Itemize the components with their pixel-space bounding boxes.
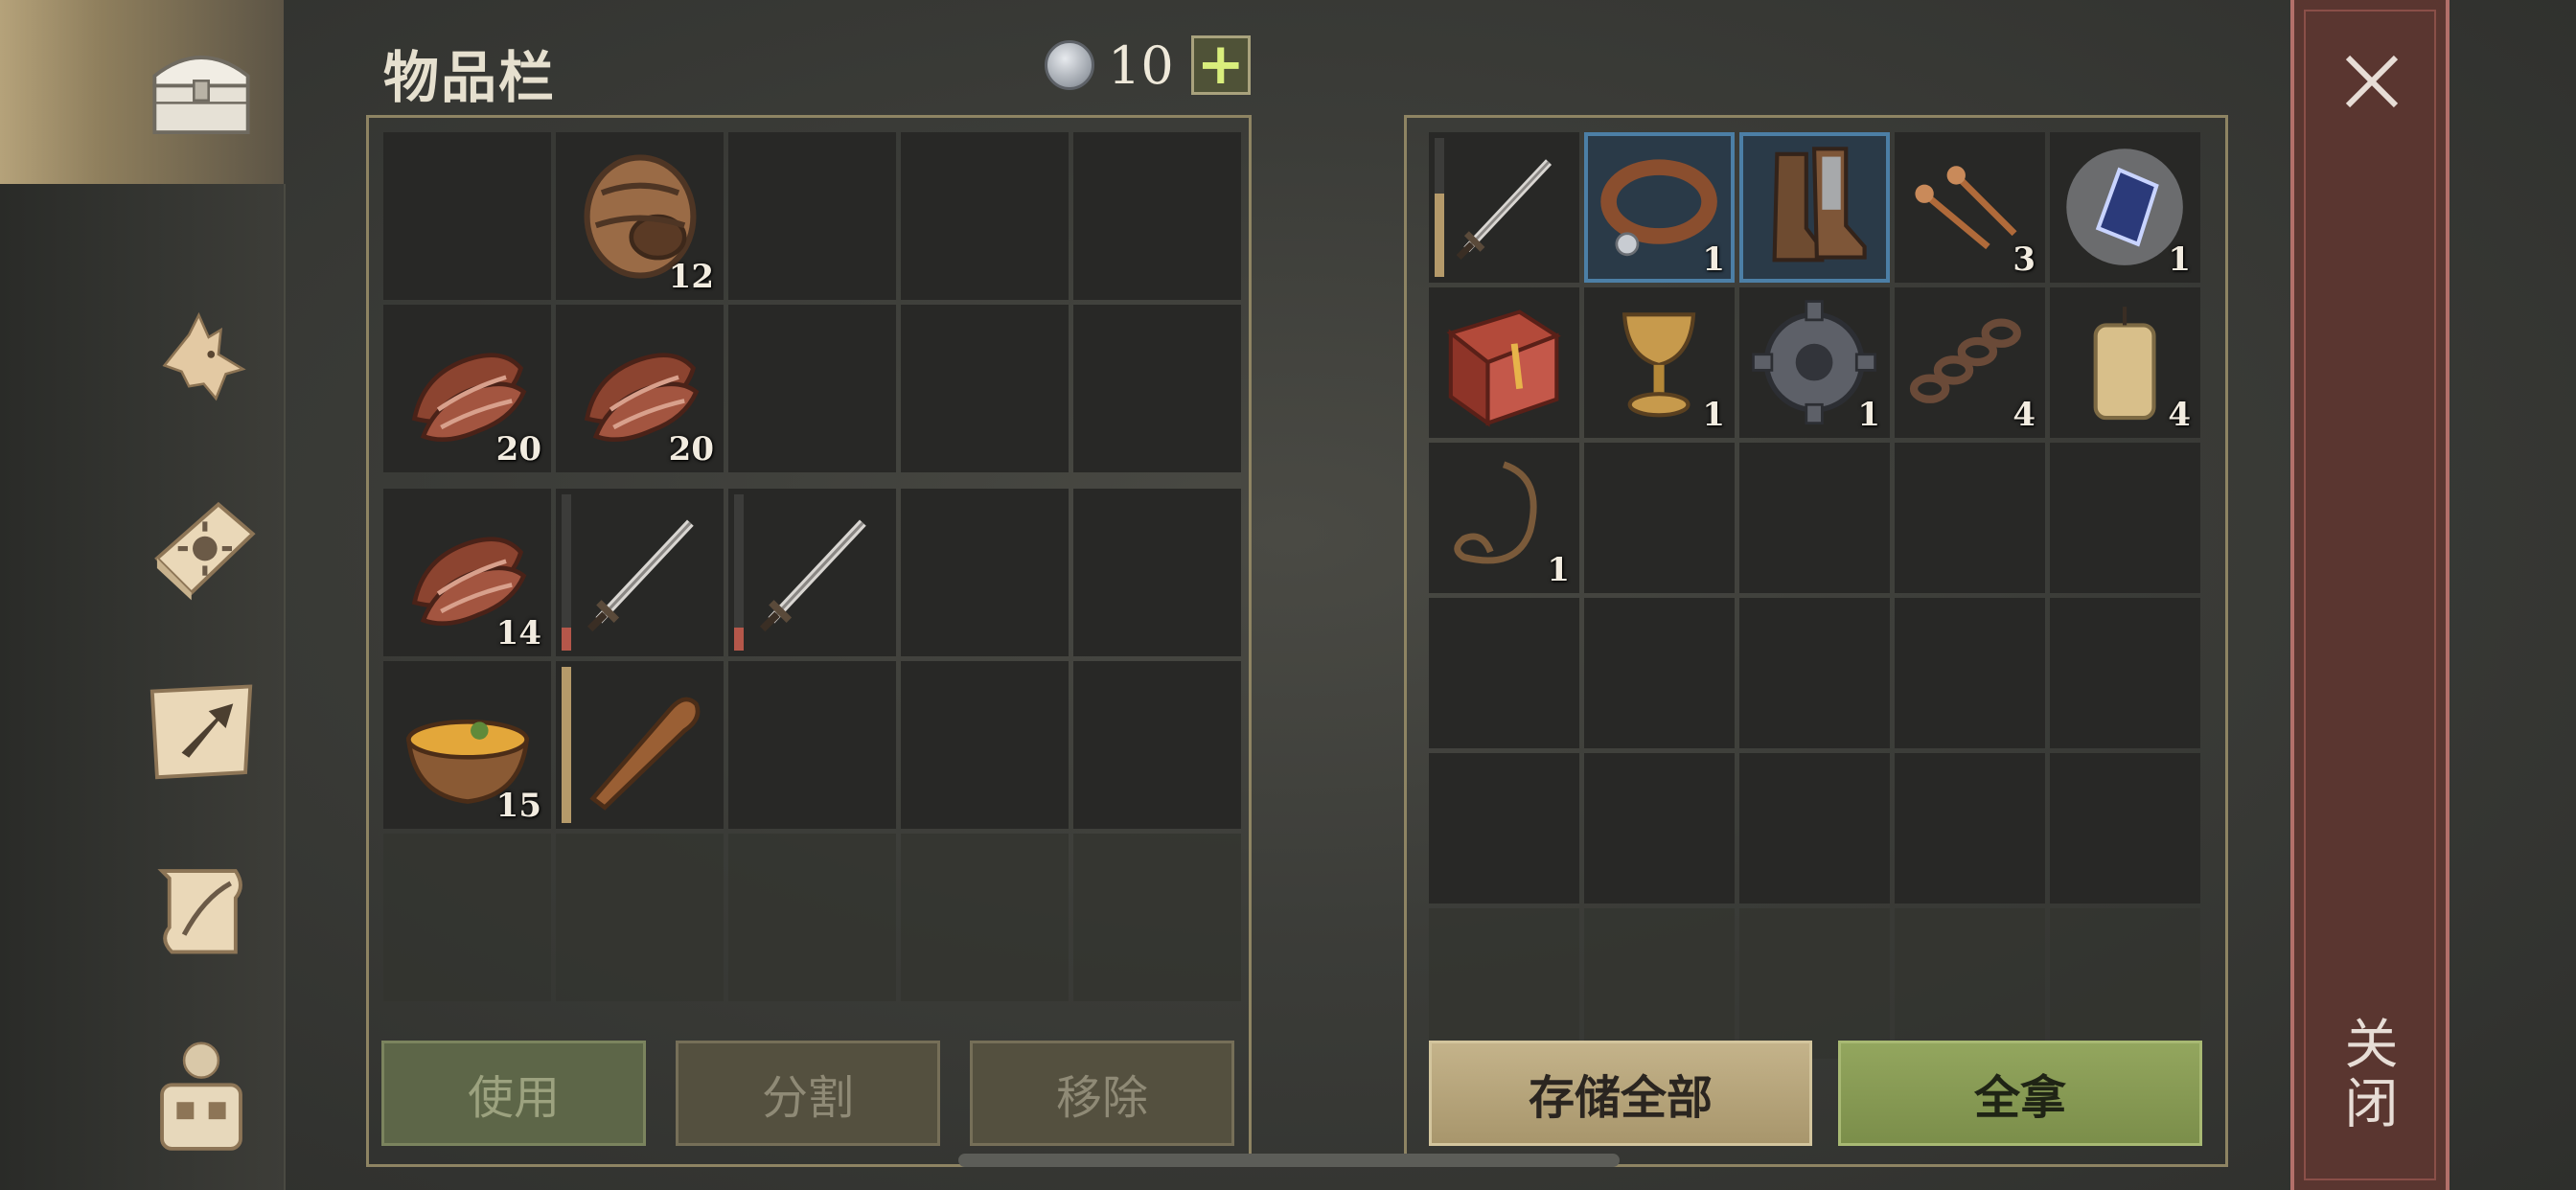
storage-slot[interactable] bbox=[1584, 598, 1735, 748]
inventory-slot[interactable] bbox=[728, 489, 896, 656]
add-currency-button[interactable]: + bbox=[1190, 35, 1251, 95]
inventory-slot[interactable]: 14 bbox=[383, 489, 551, 656]
book-icon bbox=[1446, 309, 1562, 428]
inventory-slot[interactable] bbox=[556, 661, 724, 829]
remove-button[interactable]: 移除 bbox=[970, 1041, 1234, 1146]
close-icon[interactable] bbox=[2338, 48, 2405, 115]
take-all-button[interactable]: 全拿 bbox=[1838, 1041, 2202, 1146]
item-count: 1 bbox=[2168, 240, 2191, 279]
storage-slot[interactable]: 4 bbox=[1895, 287, 2045, 438]
inventory-slot[interactable] bbox=[901, 305, 1069, 472]
storage-slot[interactable] bbox=[1429, 908, 1579, 1059]
inventory-slot[interactable] bbox=[556, 489, 724, 656]
wolf-icon[interactable] bbox=[134, 292, 268, 426]
inventory-title: 物品栏 bbox=[383, 45, 557, 110]
item-count: 12 bbox=[668, 258, 714, 296]
inventory-slot[interactable] bbox=[728, 834, 896, 1001]
item-count: 20 bbox=[668, 430, 714, 469]
inventory-slot[interactable] bbox=[1073, 834, 1241, 1001]
inventory-slot[interactable]: 12 bbox=[556, 132, 724, 300]
item-count: 1 bbox=[1857, 396, 1880, 434]
storage-slot[interactable] bbox=[2050, 753, 2200, 904]
item-count: 1 bbox=[1702, 240, 1725, 279]
item-count: 4 bbox=[2168, 396, 2191, 434]
inventory-slot[interactable]: 15 bbox=[383, 661, 551, 829]
storage-slot[interactable]: 3 bbox=[1895, 132, 2045, 283]
item-count: 14 bbox=[495, 614, 541, 652]
item-count: 4 bbox=[2012, 396, 2036, 434]
inventory-slot[interactable] bbox=[383, 834, 551, 1001]
item-count: 15 bbox=[495, 787, 541, 825]
storage-slot[interactable]: 1 bbox=[2050, 132, 2200, 283]
sword-icon bbox=[586, 518, 694, 631]
currency-display: 10 + bbox=[1045, 34, 1251, 96]
inventory-slot[interactable]: 20 bbox=[556, 305, 724, 472]
storage-slot[interactable] bbox=[2050, 598, 2200, 748]
storage-slot[interactable] bbox=[1429, 287, 1579, 438]
map-arrow-icon[interactable] bbox=[134, 661, 268, 795]
silver-coin-icon bbox=[1045, 40, 1094, 90]
inventory-slot[interactable] bbox=[728, 132, 896, 300]
inventory-slot[interactable] bbox=[901, 489, 1069, 656]
storage-slot[interactable] bbox=[1429, 753, 1579, 904]
storage-slot[interactable]: 1 bbox=[1584, 132, 1735, 283]
item-count: 20 bbox=[495, 430, 541, 469]
storage-slot[interactable] bbox=[1584, 753, 1735, 904]
item-count: 1 bbox=[1702, 396, 1725, 434]
inventory-slot[interactable] bbox=[728, 661, 896, 829]
storage-slot[interactable]: 4 bbox=[2050, 287, 2200, 438]
inventory-slot[interactable] bbox=[1073, 305, 1241, 472]
inventory-slot[interactable] bbox=[556, 834, 724, 1001]
storage-slot[interactable] bbox=[1739, 598, 1890, 748]
inventory-slot[interactable]: 20 bbox=[383, 305, 551, 472]
home-indicator bbox=[958, 1154, 1620, 1167]
storage-slot[interactable] bbox=[1895, 443, 2045, 593]
inventory-slot[interactable] bbox=[1073, 489, 1241, 656]
storage-slot[interactable] bbox=[1895, 753, 2045, 904]
split-button[interactable]: 分割 bbox=[676, 1041, 940, 1146]
storage-slot[interactable] bbox=[1584, 443, 1735, 593]
store-all-button[interactable]: 存储全部 bbox=[1429, 1041, 1812, 1146]
scroll-quill-icon[interactable] bbox=[134, 843, 268, 977]
storage-slot[interactable] bbox=[1895, 598, 2045, 748]
storage-slot[interactable] bbox=[2050, 908, 2200, 1059]
storage-slot[interactable]: 1 bbox=[1584, 287, 1735, 438]
storage-slot[interactable] bbox=[1584, 908, 1735, 1059]
inventory-slot[interactable] bbox=[1073, 661, 1241, 829]
sword-icon bbox=[759, 518, 866, 631]
club-icon bbox=[588, 697, 700, 811]
storage-slot[interactable] bbox=[1739, 443, 1890, 593]
storage-slot[interactable] bbox=[1739, 753, 1890, 904]
storage-slot[interactable] bbox=[1429, 598, 1579, 748]
use-button[interactable]: 使用 bbox=[381, 1041, 646, 1146]
backpack-character-icon[interactable] bbox=[134, 1025, 268, 1159]
storage-slot[interactable] bbox=[1739, 908, 1890, 1059]
inventory-grid: 12 20 20 14 15 bbox=[383, 132, 1241, 1001]
inventory-slot[interactable] bbox=[383, 132, 551, 300]
sword-icon bbox=[1457, 159, 1552, 261]
sidebar bbox=[0, 0, 286, 1190]
storage-slot[interactable] bbox=[2050, 443, 2200, 593]
storage-slot[interactable]: 1 bbox=[1739, 287, 1890, 438]
storage-slot[interactable] bbox=[1429, 132, 1579, 283]
storage-slot[interactable]: 1 bbox=[1429, 443, 1579, 593]
inventory-slot[interactable] bbox=[901, 661, 1069, 829]
sun-book-icon[interactable] bbox=[134, 479, 268, 613]
close-panel[interactable] bbox=[2290, 0, 2450, 1190]
inventory-slot[interactable] bbox=[901, 132, 1069, 300]
close-label[interactable]: 关闭 bbox=[2335, 1016, 2405, 1134]
currency-value: 10 bbox=[1108, 34, 1174, 96]
boots-icon bbox=[1772, 147, 1868, 263]
inventory-slot[interactable] bbox=[728, 305, 896, 472]
inventory-slot[interactable] bbox=[1073, 132, 1241, 300]
storage-slot[interactable] bbox=[1895, 908, 2045, 1059]
inventory-slot[interactable] bbox=[901, 834, 1069, 1001]
item-count: 3 bbox=[2012, 240, 2036, 279]
storage-slot[interactable] bbox=[1739, 132, 1890, 283]
item-count: 1 bbox=[1547, 551, 1570, 589]
storage-grid: 1 3 1 1 1 4 4 1 bbox=[1429, 132, 2200, 1059]
chest-icon[interactable] bbox=[134, 21, 268, 155]
